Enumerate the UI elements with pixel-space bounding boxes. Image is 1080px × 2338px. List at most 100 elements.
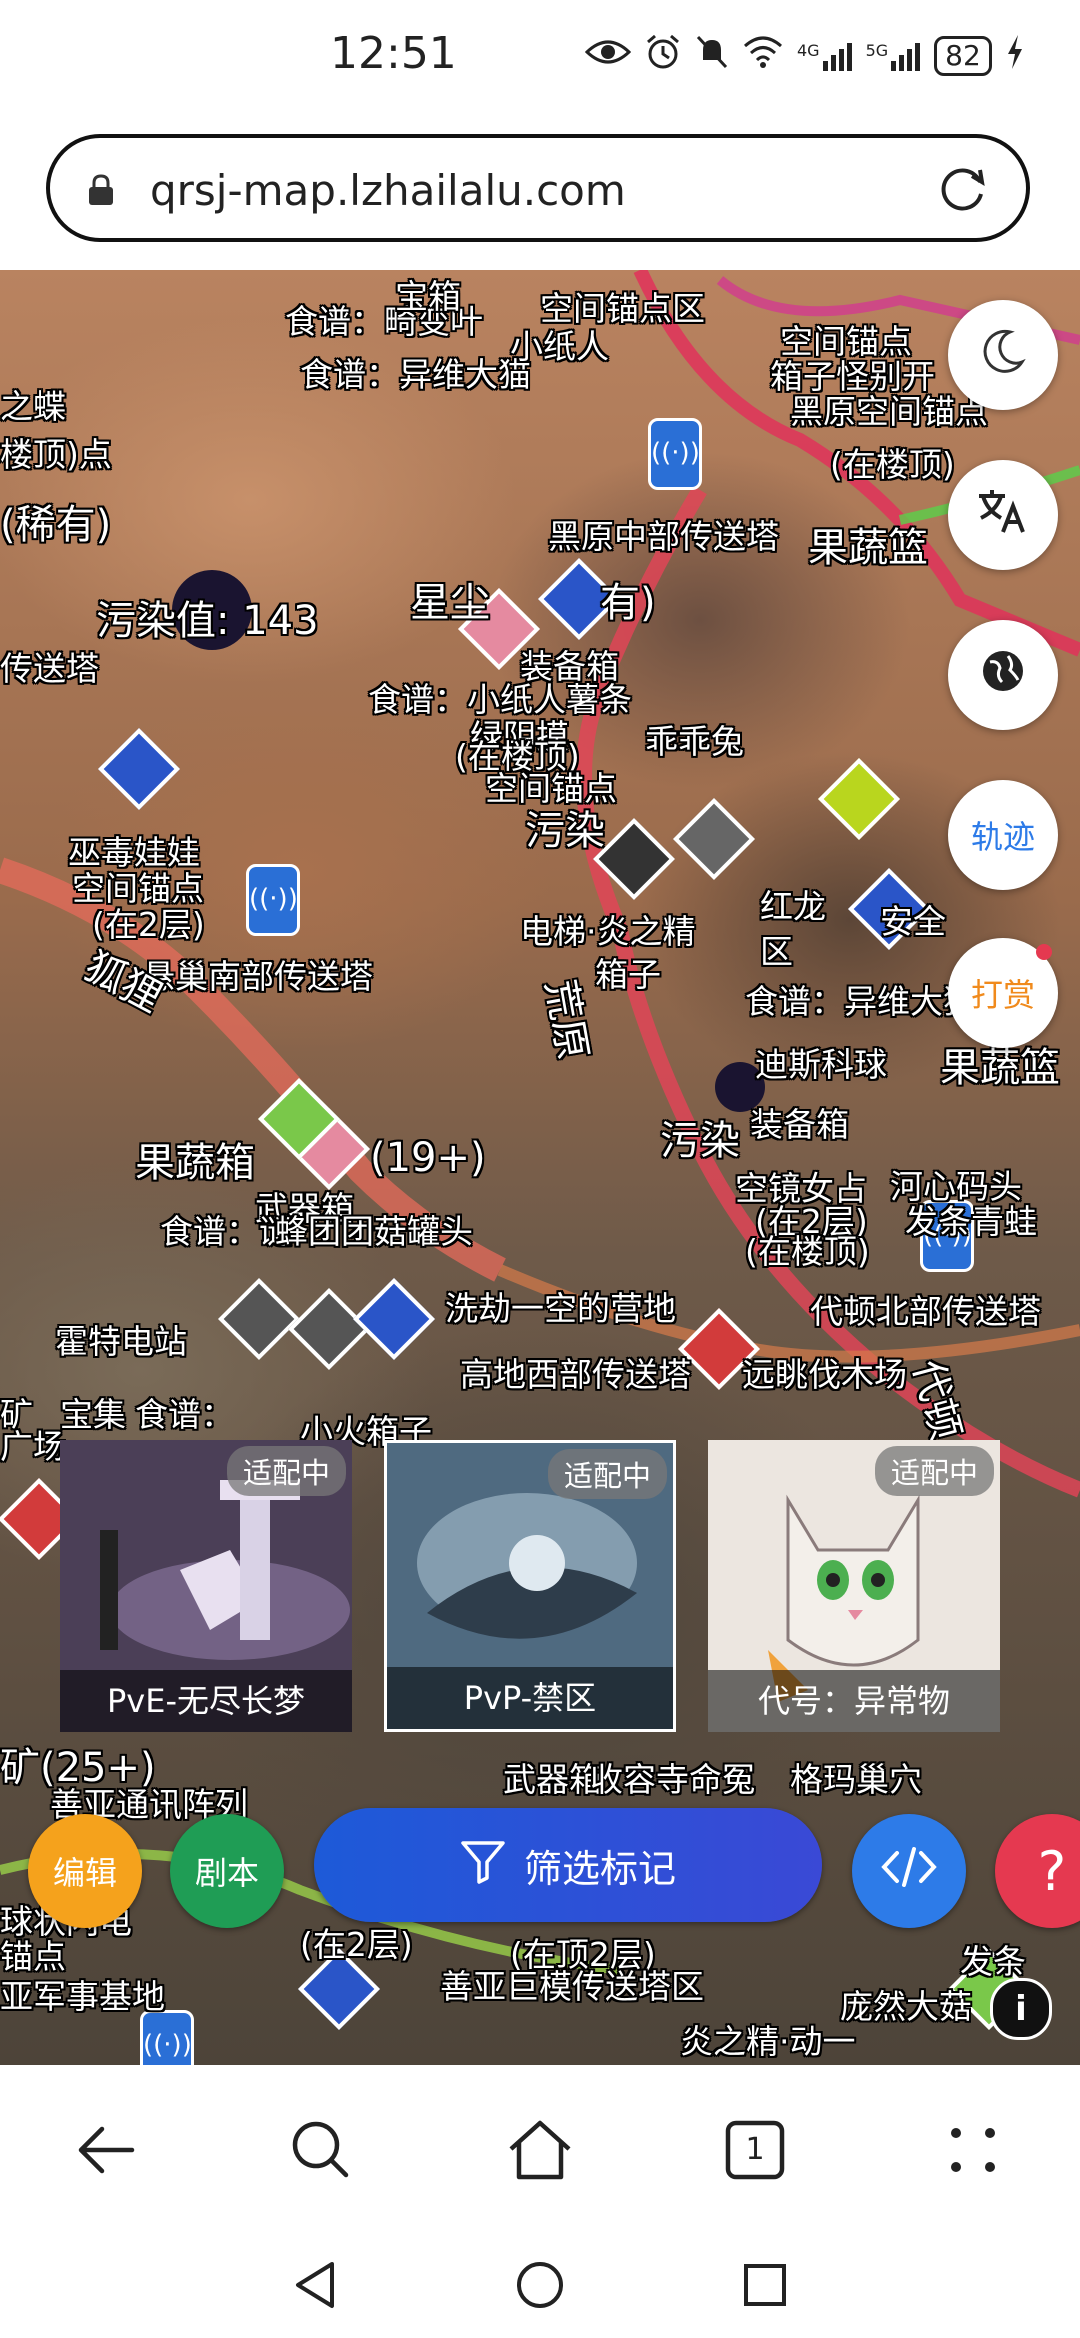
map-label[interactable]: 宝箱 [395, 270, 461, 318]
charging-icon [1006, 35, 1024, 77]
card-status-badge: 适配中 [226, 1446, 346, 1496]
notification-dot [1036, 944, 1052, 960]
map-label[interactable]: 霍特电站 [55, 1315, 187, 1363]
map-label[interactable]: 之蝶 [0, 380, 66, 428]
teleport-tower-icon[interactable]: ((·)) [140, 2010, 194, 2065]
code-button[interactable] [852, 1814, 966, 1928]
lock-icon [88, 174, 114, 206]
night-mode-button[interactable] [948, 300, 1058, 410]
url-text[interactable]: qrsj-map.lzhailalu.com [150, 166, 626, 215]
map-label[interactable]: 食谱：异维大猫 [745, 975, 976, 1023]
home-icon[interactable] [505, 2115, 575, 2185]
status-icons: 4G 5G 82 [584, 34, 1024, 78]
map-label[interactable]: (稀有) [0, 492, 111, 550]
info-button[interactable]: i [990, 1978, 1052, 2040]
map-label[interactable]: 污染 [525, 798, 605, 856]
system-navigation-bar [0, 2240, 1080, 2338]
map-label[interactable]: 黑原中部传送塔 [548, 510, 779, 558]
tab-count: 1 [745, 2132, 765, 2167]
reward-button[interactable]: 打赏 [948, 938, 1058, 1048]
map-label[interactable]: 食谱：异维大猫 [300, 348, 531, 396]
map-label[interactable]: 迪斯科球 [755, 1038, 887, 1086]
map-label[interactable]: 善亚巨模传送塔区 [440, 1960, 704, 2008]
map-label[interactable]: 炎之精·动一 [680, 2015, 856, 2063]
tabs-button[interactable]: 1 [720, 2115, 790, 2185]
status-bar: 12:51 4G 5G 82 [0, 0, 1080, 120]
menu-icon[interactable] [938, 2115, 1008, 2185]
map-label[interactable]: 锚点 [0, 1930, 66, 1978]
back-icon[interactable] [72, 2115, 142, 2185]
map-label[interactable]: 区 [760, 925, 793, 973]
alarm-icon [645, 34, 681, 78]
map-label[interactable]: 庞然大菇 [840, 1980, 972, 2028]
map-label[interactable]: 小纸人 [510, 320, 609, 368]
mode-card-pvp[interactable]: 适配中 PvP-禁区 [384, 1440, 676, 1732]
map-label[interactable]: 楼顶)点 [0, 428, 112, 476]
translate-button[interactable] [948, 460, 1058, 570]
card-title: PvE-无尽长梦 [60, 1670, 352, 1732]
network-type-label-2: 5G [865, 41, 889, 60]
search-icon[interactable] [286, 2115, 356, 2185]
edit-label: 编辑 [52, 1854, 117, 1892]
map-label[interactable]: 广场 [0, 1420, 66, 1468]
browser-toolbar: 1 [0, 2065, 1080, 2240]
mode-card-anomaly[interactable]: 适配中 代号：异常物 [708, 1440, 1000, 1732]
map-label[interactable]: 悬巢南部传送塔 [142, 950, 373, 998]
map-label[interactable]: 污染 [660, 1108, 740, 1166]
map-label[interactable]: 装备箱 [750, 1098, 849, 1146]
system-back-icon[interactable] [292, 2260, 338, 2314]
map-label[interactable]: 果蔬箱 [135, 1130, 255, 1188]
map-label[interactable]: (在楼顶) [745, 1225, 870, 1273]
map-label[interactable]: 安全 [880, 895, 946, 943]
map-label[interactable]: 传送塔 [0, 642, 99, 690]
map-label[interactable]: 代顿北部传送塔 [810, 1285, 1041, 1333]
map-label[interactable]: 红龙 [760, 880, 826, 928]
map-label[interactable]: 星尘 [410, 570, 490, 628]
moon-icon [978, 326, 1028, 384]
map-label[interactable]: 武器箱 [503, 1753, 602, 1801]
card-status-badge: 适配中 [547, 1449, 667, 1499]
language-globe-button[interactable] [948, 620, 1058, 730]
map-label[interactable]: 电梯·炎之精 [520, 905, 696, 953]
wifi-icon [743, 36, 783, 76]
address-bar[interactable]: qrsj-map.lzhailalu.com [46, 134, 1030, 242]
map-label[interactable]: 箱子 [595, 948, 661, 996]
map-label[interactable]: (19+) [370, 1135, 486, 1181]
edit-button[interactable]: 编辑 [28, 1814, 142, 1928]
map-label[interactable]: 乖乖兔 [645, 715, 744, 763]
filter-markers-button[interactable]: 筛选标记 [314, 1808, 822, 1922]
mode-card-pve[interactable]: 适配中 PvE-无尽长梦 [60, 1440, 352, 1732]
network-type-label: 4G [797, 41, 820, 60]
game-map[interactable]: ((·)) ((·)) ((·)) ((·)) 食谱：畸变叶 宝箱 空间锚点区 … [0, 270, 1080, 2065]
map-label[interactable]: 发条 [960, 1935, 1026, 1983]
map-label[interactable]: (在2层) [300, 1918, 413, 1966]
map-label[interactable]: 收容寺命冤 [590, 1753, 755, 1801]
filter-label: 筛选标记 [523, 1846, 676, 1891]
map-label[interactable]: 洗劫一空的营地 [445, 1282, 676, 1330]
map-label[interactable]: 发条青蛙 [905, 1195, 1037, 1243]
signal-5g-icon: 5G [866, 41, 921, 71]
map-label[interactable]: 高地西部传送塔 [460, 1348, 691, 1396]
teleport-tower-icon[interactable]: ((·)) [648, 418, 702, 490]
teleport-tower-icon[interactable]: ((·)) [246, 864, 300, 936]
map-label[interactable]: 远眺伐木场 [742, 1348, 907, 1396]
map-label[interactable]: 果蔬篮 [808, 515, 928, 573]
track-button[interactable]: 轨迹 [948, 780, 1058, 890]
map-label[interactable]: (在楼顶) [830, 438, 955, 486]
script-button[interactable]: 剧本 [170, 1814, 284, 1928]
map-label[interactable]: 宝集 [60, 1388, 126, 1436]
pollution-value-label[interactable]: 污染值: 143 [96, 588, 319, 646]
map-label[interactable]: 食谱：谜 [160, 1205, 292, 1253]
battery-indicator: 82 [934, 36, 992, 76]
map-label[interactable]: 格玛巢穴 [790, 1753, 922, 1801]
card-title: 代号：异常物 [708, 1670, 1000, 1732]
system-home-icon[interactable] [515, 2260, 565, 2314]
map-label[interactable]: 有) [600, 570, 656, 628]
map-label[interactable]: 黑原空间锚点 [790, 385, 988, 433]
reward-label: 打赏 [970, 976, 1035, 1014]
reload-icon[interactable] [936, 162, 990, 216]
system-recents-icon[interactable] [742, 2262, 788, 2312]
map-label[interactable]: 蜂团团菇罐头 [275, 1205, 473, 1253]
map-label[interactable]: 食谱： [135, 1388, 234, 1436]
filter-icon [460, 1838, 506, 1893]
